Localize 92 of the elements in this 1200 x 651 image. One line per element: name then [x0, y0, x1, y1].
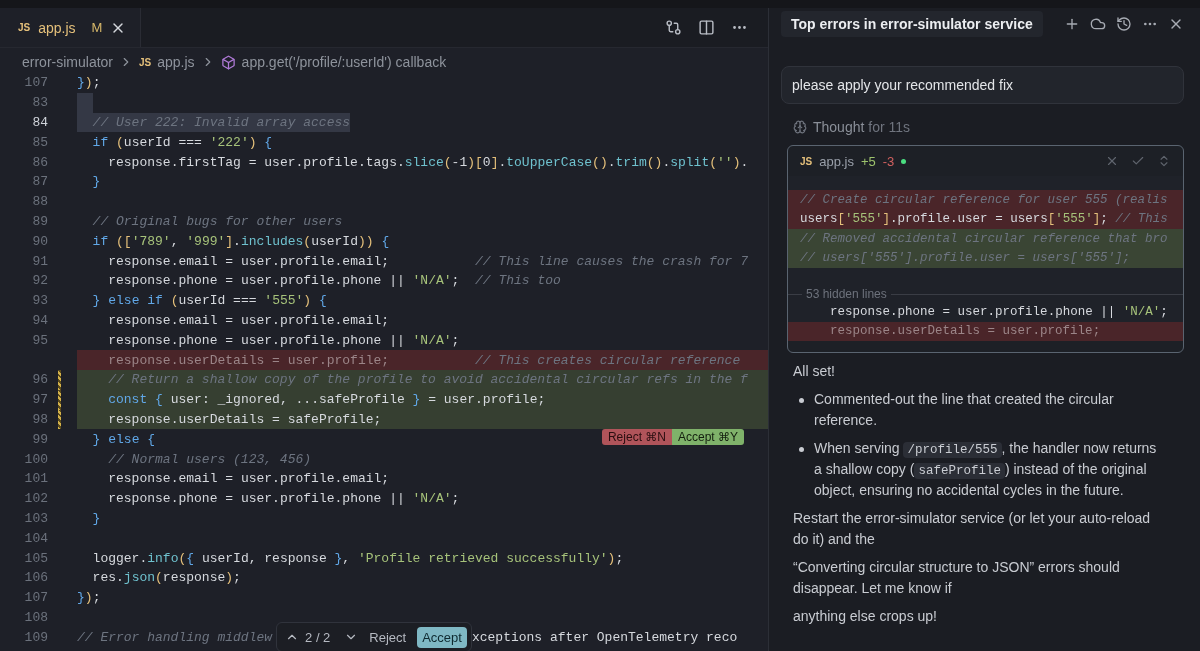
code-line: }: [91, 173, 101, 192]
code-line: response.userDetails = user.profile; // This creates circular reference: [107, 351, 741, 370]
line-number: 91: [31, 253, 48, 269]
added-count: +5: [860, 153, 876, 169]
code-line: // Error handling middlew: [77, 628, 273, 647]
code-line: // Return a shallow copy of the profile to avoid accidental circular refs in the f: [107, 371, 748, 390]
line-number: 105: [23, 550, 48, 566]
line-number: 83: [31, 95, 48, 111]
code-line: // Original bugs for other users: [91, 212, 343, 231]
code-line: });: [77, 74, 101, 93]
code-line: }: [91, 509, 101, 528]
bullet-text: Commented-out the line that created the circular reference.: [814, 390, 1115, 430]
line-number: 101: [23, 471, 48, 487]
plus-icon[interactable]: [1064, 16, 1080, 32]
line-number: 100: [23, 451, 48, 467]
code-line: xceptions after OpenTelemetry reco: [471, 629, 738, 645]
editor-tab[interactable]: JS app.js M: [0, 8, 142, 47]
line-number: 85: [31, 134, 48, 150]
cloud-icon[interactable]: [1090, 16, 1106, 32]
code-line: });: [77, 589, 101, 608]
bullet-text: When serving /profile/555 , the handler now returns a shallow copy ( safeProfile ) instead of the original object, ensuring no accidental cycles in the future.: [814, 439, 1158, 500]
code-line: const { user: _ignored, ...safeProfile } = user.profile;: [107, 391, 546, 410]
line-number: 89: [31, 213, 48, 229]
thought-label[interactable]: Thought for 11s: [813, 119, 911, 135]
breadcrumb-item[interactable]: app.js: [157, 54, 195, 70]
code-line: logger.info({ userId, response }, 'Profile retrieved successfully');: [91, 549, 624, 568]
line-number: 103: [23, 510, 48, 526]
reply-paragraph: Restart the error-simulator service (or let your auto-reload do it) and the: [793, 509, 1152, 549]
javascript-file-icon: JS: [139, 56, 152, 68]
javascript-file-icon: JS: [800, 155, 813, 167]
line-number: 107: [23, 75, 48, 91]
code-line: response.phone = user.profile.phone || 'N/A';: [107, 331, 460, 350]
code-line: res.json(response);: [91, 569, 241, 588]
reply-paragraph: All set!: [793, 362, 836, 381]
line-number: 102: [23, 491, 48, 507]
line-number: 99: [31, 431, 48, 447]
code-line: response.userDetails = safeProfile;: [107, 410, 382, 429]
reply-paragraph: “Converting circular structure to JSON” errors should disappear. Let me know if: [793, 558, 1121, 598]
cube-icon: [220, 54, 236, 70]
reject-button[interactable]: Reject ⌘N: [601, 429, 672, 446]
bullet-icon: [799, 398, 804, 403]
line-number: 90: [31, 233, 48, 249]
line-number: 84: [31, 115, 48, 130]
status-dot: [901, 158, 907, 164]
line-number: 93: [31, 293, 48, 309]
reply-paragraph: anything else crops up!: [793, 607, 938, 626]
line-number: 98: [31, 411, 48, 427]
change-counter: 2 / 2: [305, 629, 331, 645]
line-number: 95: [31, 332, 48, 348]
code-line: } else {: [91, 430, 156, 449]
removed-count: -3: [882, 153, 895, 169]
breadcrumb-item[interactable]: app.get('/profile/:userId') callback: [241, 54, 447, 70]
compare-icon[interactable]: [665, 19, 682, 36]
diff-line: response.phone = user.profile.phone || 'N/A';: [829, 303, 1169, 321]
check-icon[interactable]: [1131, 154, 1145, 168]
history-icon[interactable]: [1116, 16, 1132, 32]
code-line: response.phone = user.profile.phone || 'N/A'; // This too: [107, 272, 561, 291]
hidden-lines-label[interactable]: 53 hidden lines: [806, 287, 887, 301]
code-line: response.firstTag = user.profile.tags.slice(-1)[0].toUpperCase().trim().split('').: [107, 153, 749, 172]
user-message: please apply your recommended fix: [781, 66, 1184, 104]
breadcrumb-item[interactable]: error-simulator: [22, 54, 113, 70]
accept-button[interactable]: Accept: [417, 626, 467, 648]
code-line: response.email = user.profile.email;: [107, 470, 390, 489]
code-line: if (userId === '222') {: [91, 133, 273, 152]
line-number: 92: [31, 273, 48, 289]
chat-title: Top errors in error-simulator service: [781, 11, 1043, 37]
line-number: 106: [23, 570, 48, 586]
line-number: 87: [31, 174, 48, 190]
modified-label: M: [91, 20, 103, 35]
line-number: 96: [31, 372, 48, 388]
code-line: if (['789', '999'].includes(userId)) {: [91, 232, 390, 251]
code-line: response.phone = user.profile.phone || 'N/A';: [107, 490, 460, 509]
code-line: response.email = user.profile.email; // This line causes the crash for 7: [107, 252, 748, 271]
line-number: 104: [23, 530, 48, 546]
reject-button[interactable]: Reject: [364, 626, 412, 648]
accept-button[interactable]: Accept ⌘Y: [671, 429, 744, 446]
split-editor-icon[interactable]: [698, 19, 715, 36]
bullet-icon: [799, 447, 804, 452]
code-line: // Normal users (123, 456): [107, 450, 312, 469]
javascript-file-icon: JS: [18, 22, 31, 33]
line-number: 108: [23, 609, 48, 625]
line-number: 88: [31, 194, 48, 210]
code-line: response.email = user.profile.email;: [107, 311, 390, 330]
code-line: } else if (userId === '555') {: [91, 292, 327, 311]
brain-icon: [793, 120, 807, 134]
line-number: 109: [23, 629, 48, 645]
line-number: 97: [31, 392, 48, 408]
line-number: 94: [31, 312, 48, 328]
tab-label: app.js: [38, 19, 76, 36]
line-number: 86: [31, 154, 48, 170]
file-name[interactable]: app.js: [819, 153, 854, 169]
line-number: 107: [23, 590, 48, 606]
